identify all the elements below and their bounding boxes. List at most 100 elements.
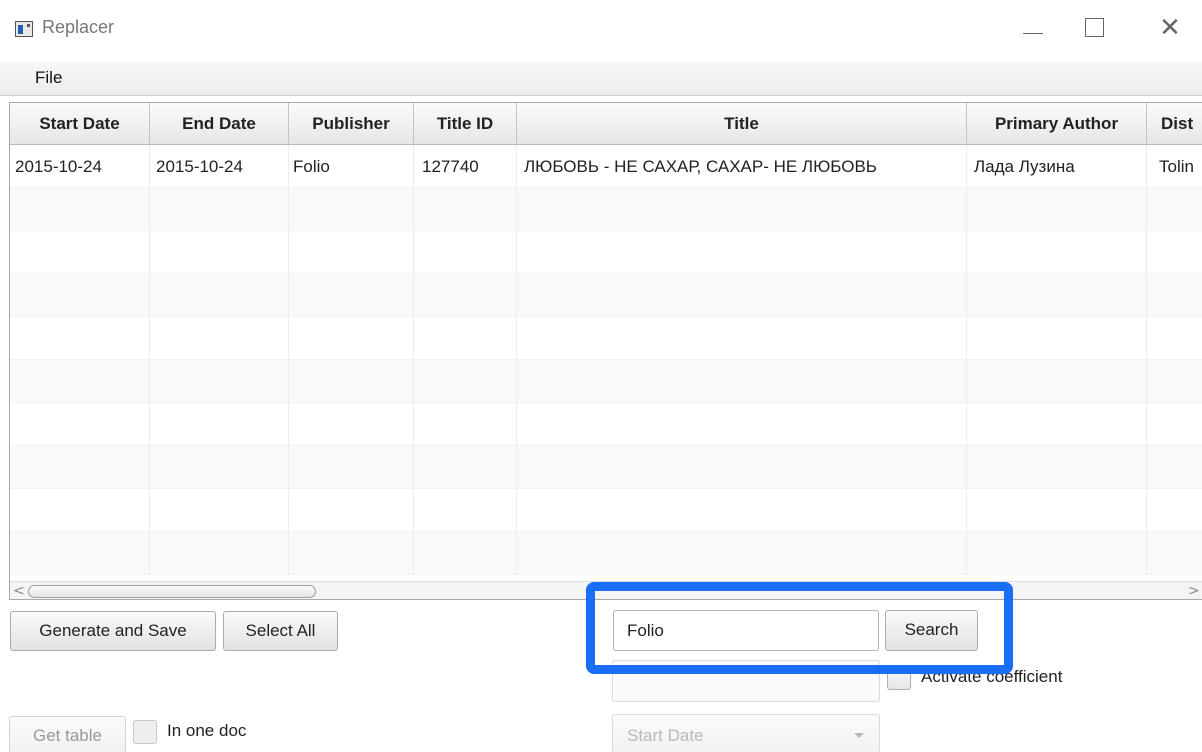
table-cell-empty [150,532,289,575]
table-cell-empty [150,231,289,274]
table-cell-empty [517,317,967,360]
column-header-primary-author[interactable]: Primary Author [967,103,1147,145]
table-cell-empty [517,489,967,532]
table-cell-empty [289,489,414,532]
table-cell-empty [414,532,517,575]
table-cell-empty [10,446,150,489]
maximize-icon[interactable] [1085,18,1104,37]
table-cell-empty [10,532,150,575]
table-cell-empty [414,403,517,446]
table-cell-empty [414,489,517,532]
cell-start-date: 2015-10-24 [10,145,150,188]
table-cell-empty [289,360,414,403]
table-cell-empty [517,188,967,231]
generate-and-save-button[interactable]: Generate and Save [10,611,216,651]
in-one-doc-checkbox[interactable] [133,720,157,744]
scroll-left-icon[interactable]: < [13,583,25,599]
search-highlight-box [586,582,1013,674]
table-row-empty [10,274,1202,317]
table-cell-empty [289,403,414,446]
table-cell-empty [967,231,1147,274]
scroll-right-icon[interactable]: > [1188,583,1200,599]
table-cell-empty [150,188,289,231]
table-row-empty [10,489,1202,532]
table-cell-empty [517,360,967,403]
table-cell-empty [1147,360,1202,403]
cell-title-id: 127740 [414,145,517,188]
table-cell-empty [967,317,1147,360]
table-cell-empty [150,274,289,317]
table-row-empty [10,231,1202,274]
table-cell-empty [10,274,150,317]
table-cell-empty [967,188,1147,231]
column-header-publisher[interactable]: Publisher [289,103,414,145]
table-cell-empty [517,274,967,317]
table-cell-empty [967,446,1147,489]
cell-title: ЛЮБОВЬ - НЕ САХАР, САХАР- НЕ ЛЮБОВЬ [517,145,967,188]
minimize-icon[interactable] [1023,33,1043,34]
date-select[interactable]: Start Date [612,714,880,752]
get-table-button[interactable]: Get table [9,716,126,752]
table-cell-empty [967,360,1147,403]
table-cell-empty [1147,489,1202,532]
table-cell-empty [967,403,1147,446]
table-row[interactable]: 2015-10-24 2015-10-24 Folio 127740 ЛЮБОВ… [10,145,1202,188]
cell-publisher: Folio [289,145,414,188]
table-cell-empty [517,231,967,274]
table-body: 2015-10-24 2015-10-24 Folio 127740 ЛЮБОВ… [10,145,1202,575]
table-cell-empty [150,489,289,532]
table-cell-empty [10,360,150,403]
table-cell-empty [289,188,414,231]
table-cell-empty [10,188,150,231]
column-header-title-id[interactable]: Title ID [414,103,517,145]
table-cell-empty [517,532,967,575]
table-cell-empty [414,317,517,360]
table-cell-empty [10,403,150,446]
column-header-start-date[interactable]: Start Date [10,103,150,145]
table-cell-empty [414,231,517,274]
title-bar: Replacer ✕ [0,0,1202,62]
table-cell-empty [967,532,1147,575]
table-cell-empty [1147,532,1202,575]
table-cell-empty [289,532,414,575]
table-cell-empty [10,231,150,274]
cell-end-date: 2015-10-24 [150,145,289,188]
table-cell-empty [150,360,289,403]
table-cell-empty [289,231,414,274]
scrollbar-thumb[interactable] [28,585,316,598]
column-header-title[interactable]: Title [517,103,967,145]
column-header-end-date[interactable]: End Date [150,103,289,145]
table-cell-empty [1147,274,1202,317]
table-cell-empty [1147,188,1202,231]
table-cell-empty [1147,317,1202,360]
table-cell-empty [414,274,517,317]
table-cell-empty [414,446,517,489]
table-cell-empty [10,489,150,532]
table-cell-empty [414,360,517,403]
table-cell-empty [289,317,414,360]
table-cell-empty [967,489,1147,532]
table-cell-empty [1147,231,1202,274]
table-cell-empty [517,403,967,446]
table-cell-empty [289,274,414,317]
table-cell-empty [150,403,289,446]
table-row-empty [10,317,1202,360]
select-all-button[interactable]: Select All [223,611,338,651]
table-cell-empty [150,446,289,489]
column-header-distributor[interactable]: Dist [1147,103,1202,145]
table-row-empty [10,446,1202,489]
table-cell-empty [414,188,517,231]
table-cell-empty [967,274,1147,317]
cell-primary-author: Лада Лузина [967,145,1147,188]
table-cell-empty [1147,446,1202,489]
table-header: Start Date End Date Publisher Title ID T… [10,103,1202,145]
window-title: Replacer [42,17,115,37]
table-cell-empty [150,317,289,360]
close-icon[interactable]: ✕ [1150,10,1190,46]
table-row-empty [10,360,1202,403]
table-row-empty [10,403,1202,446]
menu-bar: File [0,62,1202,96]
in-one-doc-label: In one doc [167,721,247,740]
table-row-empty [10,532,1202,575]
menu-file[interactable]: File [35,68,62,88]
